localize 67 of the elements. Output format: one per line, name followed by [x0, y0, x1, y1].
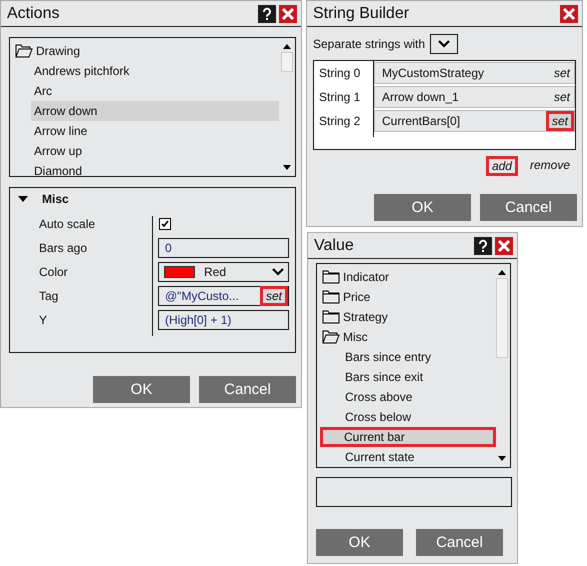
ok-button[interactable]: OK — [374, 194, 471, 221]
string-label: String 2 — [318, 114, 362, 128]
scrollbar-thumb[interactable] — [496, 278, 508, 358]
input-field[interactable]: CurrentBars[0] set — [374, 110, 575, 132]
tree-item[interactable]: Current bar — [320, 427, 496, 447]
ok-button[interactable]: OK — [316, 529, 403, 556]
scrollbar-thumb[interactable] — [281, 52, 293, 72]
add-link[interactable]: add — [486, 156, 518, 176]
input-field[interactable]: Arrow down_1 set — [374, 86, 575, 108]
color-dropdown[interactable]: Red — [158, 262, 289, 282]
collapse-icon[interactable] — [18, 196, 28, 202]
close-icon[interactable] — [279, 4, 297, 22]
field-value: @"MyCusto... — [165, 289, 240, 303]
tree-item[interactable]: Arrow down — [31, 101, 279, 121]
remove-link[interactable]: remove — [526, 156, 574, 176]
tree-item[interactable]: Current state — [319, 447, 497, 467]
tree-item[interactable]: Strategy — [343, 310, 388, 324]
checkbox[interactable] — [159, 218, 171, 230]
ok-button[interactable]: OK — [93, 376, 190, 403]
set-button[interactable]: set — [546, 111, 574, 131]
property-label: Tag — [38, 289, 60, 303]
set-button[interactable]: set — [550, 88, 574, 106]
string-label: String 1 — [318, 90, 362, 104]
property-label: Bars ago — [38, 241, 88, 255]
tree-item[interactable]: Diamond — [31, 161, 279, 176]
tree-item[interactable]: Cross above — [319, 387, 497, 407]
set-button[interactable]: set — [260, 286, 288, 306]
separator-label: Separate strings with — [313, 37, 426, 51]
scroll-down-icon[interactable] — [283, 165, 291, 170]
chevron-down-icon — [438, 40, 450, 48]
window-title: Actions — [7, 4, 60, 22]
help-icon[interactable] — [474, 236, 492, 254]
tree-item[interactable]: Misc — [343, 330, 368, 344]
tree-item[interactable]: Bars since exit — [319, 367, 497, 387]
chevron-down-icon — [272, 268, 284, 276]
scroll-up-icon[interactable] — [283, 44, 291, 49]
scroll-down-icon[interactable] — [498, 456, 506, 461]
scroll-up-icon[interactable] — [498, 270, 506, 275]
tree-item[interactable]: Andrews pitchfork — [31, 61, 279, 81]
property-label: Color — [38, 265, 69, 279]
cancel-button[interactable]: Cancel — [416, 529, 503, 556]
close-icon[interactable] — [560, 4, 578, 22]
cancel-button[interactable]: Cancel — [199, 376, 296, 403]
separator-dropdown[interactable] — [430, 34, 458, 54]
tree-item[interactable]: Arc — [31, 81, 279, 101]
set-button[interactable]: set — [550, 64, 574, 82]
tree-item[interactable]: Arrow line — [31, 121, 279, 141]
window-title: String Builder — [313, 4, 410, 22]
input-field[interactable]: 0 — [158, 238, 289, 258]
tree-item[interactable]: Price — [343, 290, 370, 304]
input-field[interactable]: MyCustomStrategy set — [374, 62, 575, 84]
input-field[interactable]: (High[0] + 1) — [158, 310, 289, 330]
property-label: Y — [38, 313, 48, 327]
property-label: Auto scale — [38, 217, 96, 231]
value-field[interactable] — [316, 477, 512, 507]
input-field[interactable]: @"MyCusto... set — [158, 286, 289, 306]
section-title: Misc — [42, 192, 69, 206]
tree-item[interactable]: Cross below — [319, 407, 497, 427]
tree-item[interactable]: Indicator — [343, 270, 390, 284]
string-label: String 0 — [318, 66, 362, 80]
tree-item[interactable]: Arrow up — [31, 141, 279, 161]
cancel-button[interactable]: Cancel — [480, 194, 577, 221]
help-icon[interactable] — [258, 4, 276, 22]
close-icon[interactable] — [495, 236, 513, 254]
tree-item[interactable]: Drawing — [36, 44, 80, 58]
window-title: Value — [314, 236, 355, 254]
tree-item[interactable]: Bars since entry — [319, 347, 497, 367]
